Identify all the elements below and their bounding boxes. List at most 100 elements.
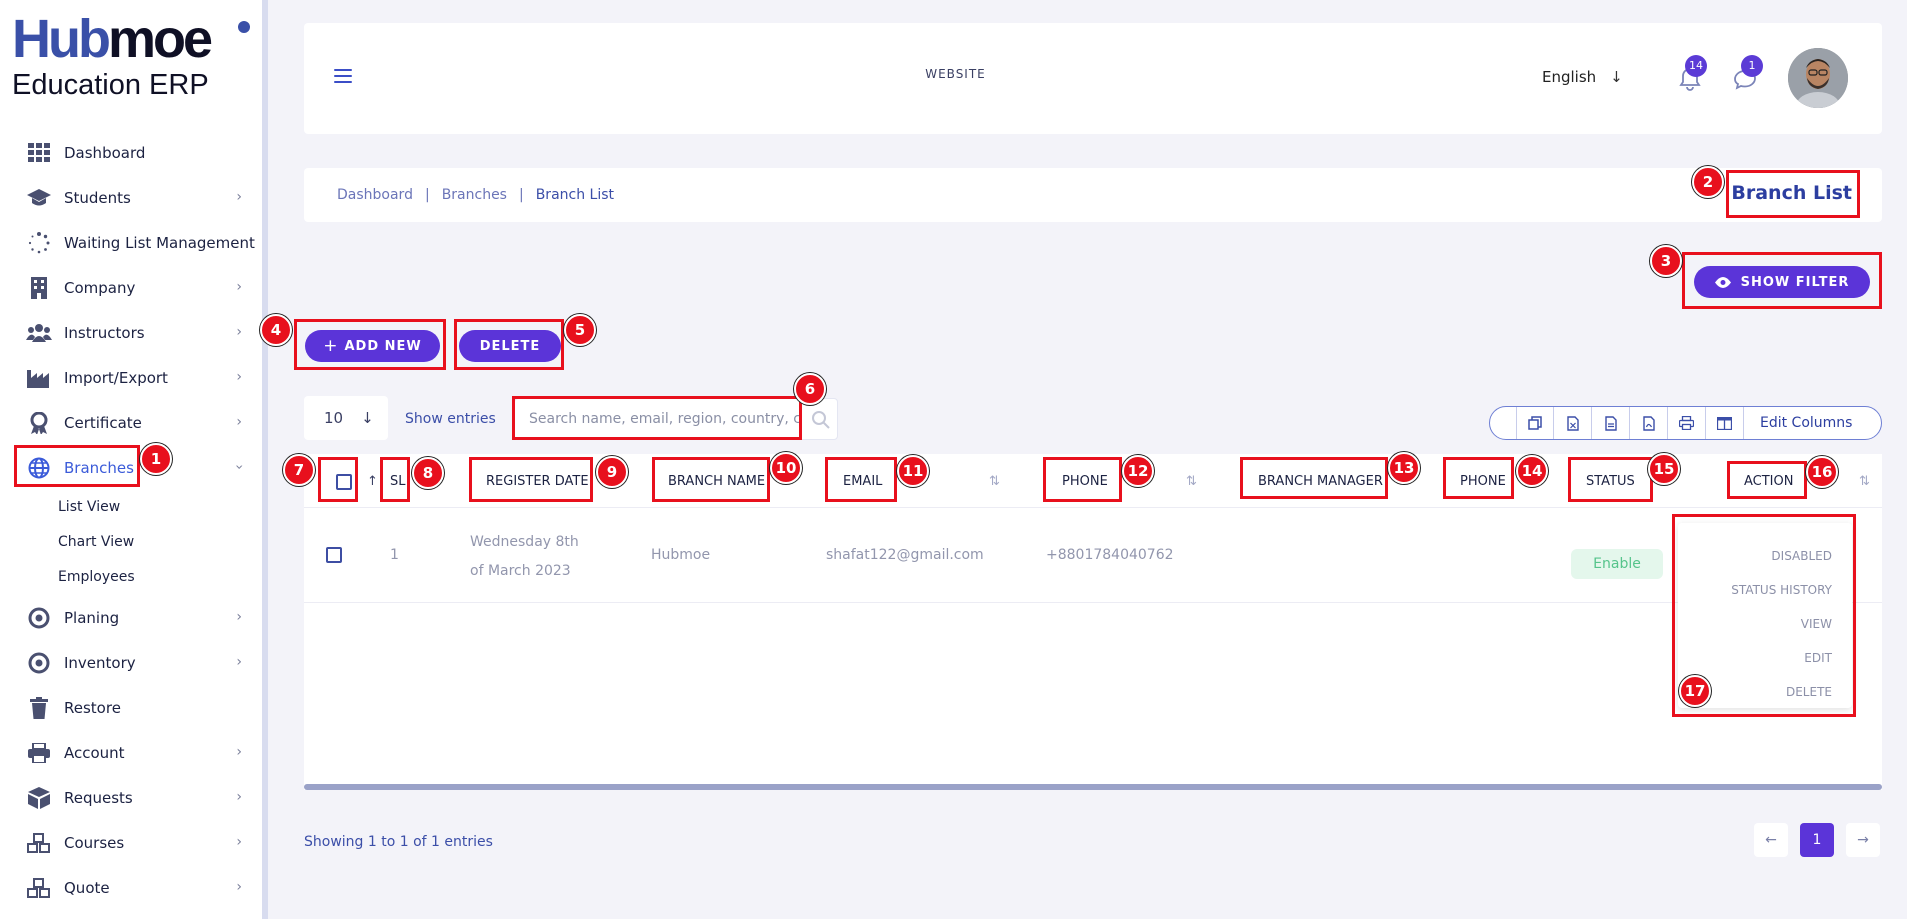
sort-arrow-up-icon[interactable]: ↑ [367,474,378,489]
messages-button[interactable]: 1 [1731,55,1763,93]
chevron-right-icon: › [236,369,242,385]
entries-value: 10 [324,409,344,427]
user-avatar[interactable] [1788,48,1848,108]
chevron-right-icon: › [236,324,242,340]
cell-phone: +8801784040762 [1046,547,1174,563]
annotation-number: 12 [1122,455,1154,487]
annotation-number: 4 [260,314,292,346]
chevron-right-icon: › [236,609,242,625]
annotation-box [469,457,593,502]
chevron-right-icon: › [236,834,242,850]
edit-columns-button[interactable]: Edit Columns [1744,415,1852,431]
chevron-right-icon: › [236,789,242,805]
sidebar-item-label: Courses [64,833,125,852]
top-header: WEBSITE English ↓ 14 1 [304,23,1882,134]
row-checkbox[interactable] [326,547,342,563]
annotation-number: 3 [1650,245,1682,277]
grid-icon [26,142,52,164]
pagination-page-1[interactable]: 1 [1800,823,1834,857]
pagination-prev-button[interactable]: ← [1754,823,1788,857]
sidebar-item-restore[interactable]: Restore [0,685,262,730]
annotation-number: 1 [140,443,172,475]
horizontal-scrollbar[interactable] [304,784,1882,790]
arrow-right-icon: → [1857,832,1869,848]
cell-branch-name: Hubmoe [651,547,711,563]
sidebar-item-company[interactable]: Company › [0,265,262,310]
sidebar-item-waiting-list[interactable]: Waiting List Management [0,220,262,265]
columns-icon [1717,416,1732,430]
copy-button[interactable] [1516,407,1554,439]
language-label: English [1542,68,1597,86]
award-icon [26,411,52,434]
sidebar-item-courses[interactable]: Courses › [0,820,262,865]
chevron-right-icon: › [236,744,242,760]
sidebar-item-instructors[interactable]: Instructors › [0,310,262,355]
sort-icon[interactable]: ⇅ [989,474,1000,489]
annotation-box [1043,457,1122,502]
annotation-box [512,396,802,440]
arrow-down-icon: ↓ [361,409,374,427]
annotation-box [294,319,446,370]
factory-icon [26,367,52,389]
sidebar-item-label: Import/Export [64,368,168,387]
annotation-box [1443,457,1514,499]
pagination-next-button[interactable]: → [1846,823,1880,857]
trash-icon [26,696,52,719]
sidebar-item-label: Account [64,743,125,762]
sidebar-item-quote[interactable]: Quote › [0,865,262,910]
sidebar-item-dashboard[interactable]: Dashboard [0,130,262,175]
notifications-badge: 14 [1685,55,1707,77]
sidebar-item-planing[interactable]: Planing › [0,595,262,640]
csv-export-button[interactable] [1592,407,1630,439]
sidebar-item-students[interactable]: Students › [0,175,262,220]
annotation-box [454,319,564,370]
building-icon [26,276,52,299]
logo[interactable]: Hubmoe Education ERP [12,12,252,102]
breadcrumb-branch-list: Branch List [535,187,615,203]
submenu-item-list-view[interactable]: List View [0,490,262,525]
breadcrumb-branches[interactable]: Branches [442,187,507,203]
cell-register-date-line1: Wednesday 8th [470,534,579,550]
status-badge[interactable]: Enable [1571,549,1663,579]
submenu-item-chart-view[interactable]: Chart View [0,525,262,560]
sidebar-item-label: Instructors [64,323,145,342]
submenu-item-employees[interactable]: Employees [0,560,262,595]
sidebar-item-account[interactable]: Account › [0,730,262,775]
annotation-box [1682,252,1882,309]
copy-icon [1528,416,1542,430]
chevron-right-icon: › [236,654,242,670]
column-visibility-button[interactable] [1706,407,1744,439]
annotation-number: 15 [1648,453,1680,485]
sidebar-item-requests[interactable]: Requests › [0,775,262,820]
chevron-right-icon: › [236,189,242,205]
chevron-down-icon: › [231,464,248,470]
search-icon[interactable] [811,410,831,430]
annotation-number: 17 [1679,675,1711,707]
sidebar-item-label: Company [64,278,136,297]
breadcrumb-separator: | [424,187,430,203]
table-row: 1 Wednesday 8th of March 2023 Hubmoe sha… [304,508,1882,603]
notifications-button[interactable]: 14 [1675,55,1707,93]
breadcrumb: Dashboard | Branches | Branch List [337,187,614,203]
sidebar-item-label: Quote [64,878,110,897]
breadcrumb-dashboard[interactable]: Dashboard [337,187,413,203]
entries-label: Show entries [405,411,496,427]
logo-moe-text: moe [107,9,213,69]
entries-per-page-select[interactable]: 10 ↓ [304,396,388,440]
excel-export-button[interactable] [1554,407,1592,439]
branches-submenu: List View Chart View Employees [0,490,262,595]
cell-email: shafat122@gmail.com [826,547,984,563]
sidebar-item-certificate[interactable]: Certificate › [0,400,262,445]
print-button[interactable] [1668,407,1706,439]
breadcrumb-bar: Dashboard | Branches | Branch List Branch Li… [304,168,1882,222]
annotation-box [1726,170,1860,218]
pdf-export-button[interactable] [1630,407,1668,439]
sidebar-item-inventory[interactable]: Inventory › [0,640,262,685]
sidebar-menu: Dashboard Students › Waiting List Manage… [0,130,262,910]
sort-icon[interactable]: ⇅ [1859,474,1870,489]
sidebar-item-import-export[interactable]: Import/Export › [0,355,262,400]
target-icon [26,607,52,629]
language-selector[interactable]: English ↓ [1542,68,1623,86]
sort-icon[interactable]: ⇅ [1186,474,1197,489]
arrow-left-icon: ← [1765,832,1777,848]
